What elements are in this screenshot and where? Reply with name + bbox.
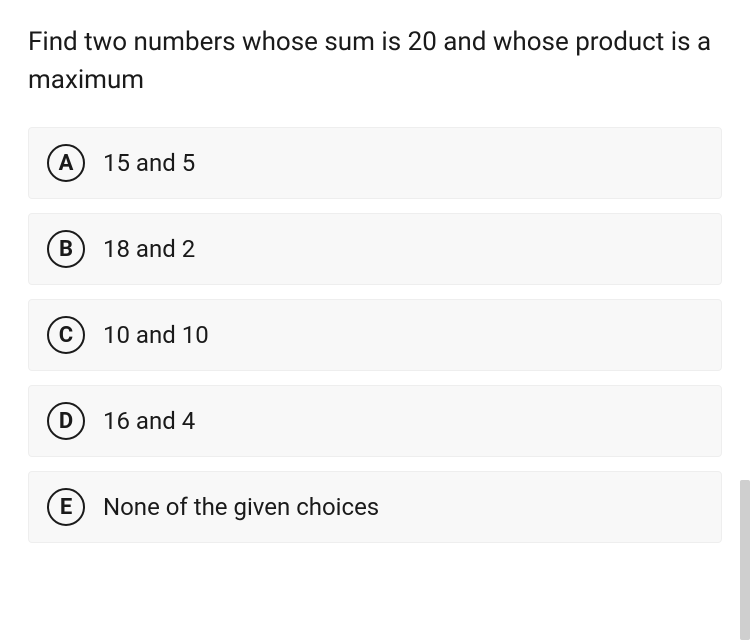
option-letter-circle: D: [47, 402, 85, 440]
question-text: Find two numbers whose sum is 20 and who…: [28, 24, 722, 99]
option-text: 16 and 4: [103, 407, 195, 435]
option-text: None of the given choices: [103, 493, 379, 521]
option-d[interactable]: D 16 and 4: [28, 385, 722, 457]
option-text: 10 and 10: [103, 321, 209, 349]
option-letter-circle: A: [47, 144, 85, 182]
option-b[interactable]: B 18 and 2: [28, 213, 722, 285]
option-e[interactable]: E None of the given choices: [28, 471, 722, 543]
options-container: A 15 and 5 B 18 and 2 C 10 and 10 D 16 a…: [28, 127, 722, 543]
scrollbar-thumb[interactable]: [740, 480, 750, 640]
option-letter-circle: E: [47, 488, 85, 526]
option-c[interactable]: C 10 and 10: [28, 299, 722, 371]
option-letter-circle: C: [47, 316, 85, 354]
option-letter-circle: B: [47, 230, 85, 268]
option-text: 18 and 2: [103, 235, 195, 263]
option-a[interactable]: A 15 and 5: [28, 127, 722, 199]
option-text: 15 and 5: [103, 149, 195, 177]
